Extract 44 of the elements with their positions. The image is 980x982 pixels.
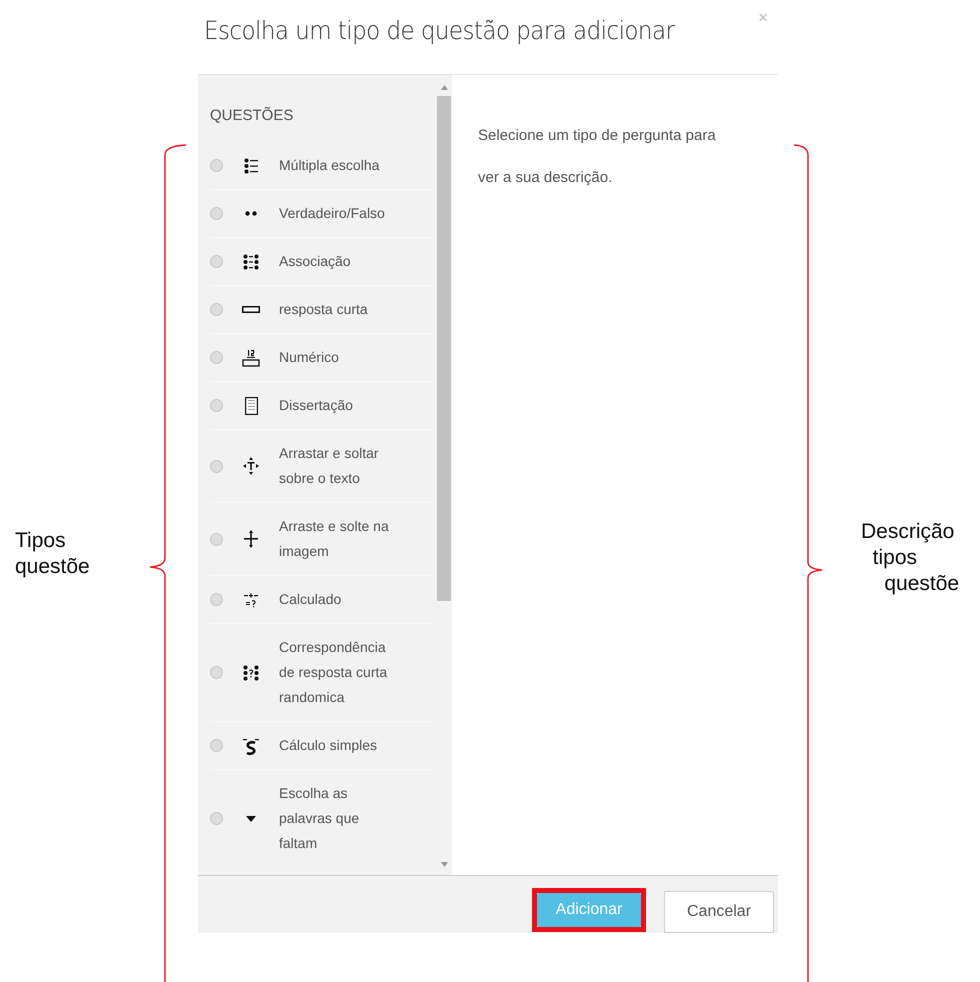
two-dots-icon [245,211,257,216]
question-type-label[interactable]: Verdadeiro/Falso [279,201,385,226]
radio-button[interactable] [210,460,223,472]
list-icon [244,158,258,174]
radio-button[interactable] [210,399,223,412]
question-type-label[interactable]: resposta curta [279,297,368,322]
question-type-label[interactable]: Arraste e solte na imagem [279,514,389,564]
radio-button[interactable] [210,739,223,752]
list-heading: QUESTÕES [210,107,294,124]
radio-button[interactable] [210,351,223,364]
dropdown-arrow-icon [246,816,256,822]
question-type-label[interactable]: Numérico [279,345,339,370]
description-text: Selecione um tipo de pergunta para ver a sua descrição. [477,126,716,188]
text-field-icon [242,306,260,313]
move-cross-icon [243,530,259,548]
question-type-label[interactable]: Múltipla escolha [279,153,380,178]
annotation-label: Descrição tipos questõe [861,519,960,597]
radio-button[interactable] [210,255,223,268]
scroll-down-icon[interactable] [440,862,448,867]
scrollbar-thumb[interactable] [437,96,451,601]
scroll-up-icon[interactable] [440,85,448,90]
question-type-label[interactable]: Arrastar e soltar sobre o texto [279,441,379,491]
numeric-field-icon [242,348,260,366]
question-type-label[interactable]: Cálculo simples [279,733,378,758]
question-type-label[interactable]: Calculado [279,587,342,612]
dialog-title: Escolha um tipo de questão para adicionar [204,16,674,45]
question-type-label[interactable]: Escolha as palavras que faltam [279,781,360,856]
formula-icon [242,590,260,608]
document-icon [244,396,258,414]
radio-button[interactable] [210,532,223,546]
radio-button[interactable] [210,812,223,825]
radio-button[interactable] [210,207,223,220]
question-type-label[interactable]: Associação [279,249,351,274]
annotation-label: Tipos questõe [15,528,90,580]
drag-text-icon [243,457,259,475]
radio-button[interactable] [210,666,223,679]
matching-icon [243,254,259,270]
question-type-label[interactable]: Dissertação [279,393,353,418]
radio-button[interactable] [210,159,223,172]
cancel-button[interactable]: Cancelar [664,890,774,932]
question-type-label[interactable]: Correspondência de resposta curta randomica [279,635,388,710]
radio-button[interactable] [210,593,223,606]
radio-button[interactable] [210,303,223,316]
random-match-icon [243,664,259,680]
